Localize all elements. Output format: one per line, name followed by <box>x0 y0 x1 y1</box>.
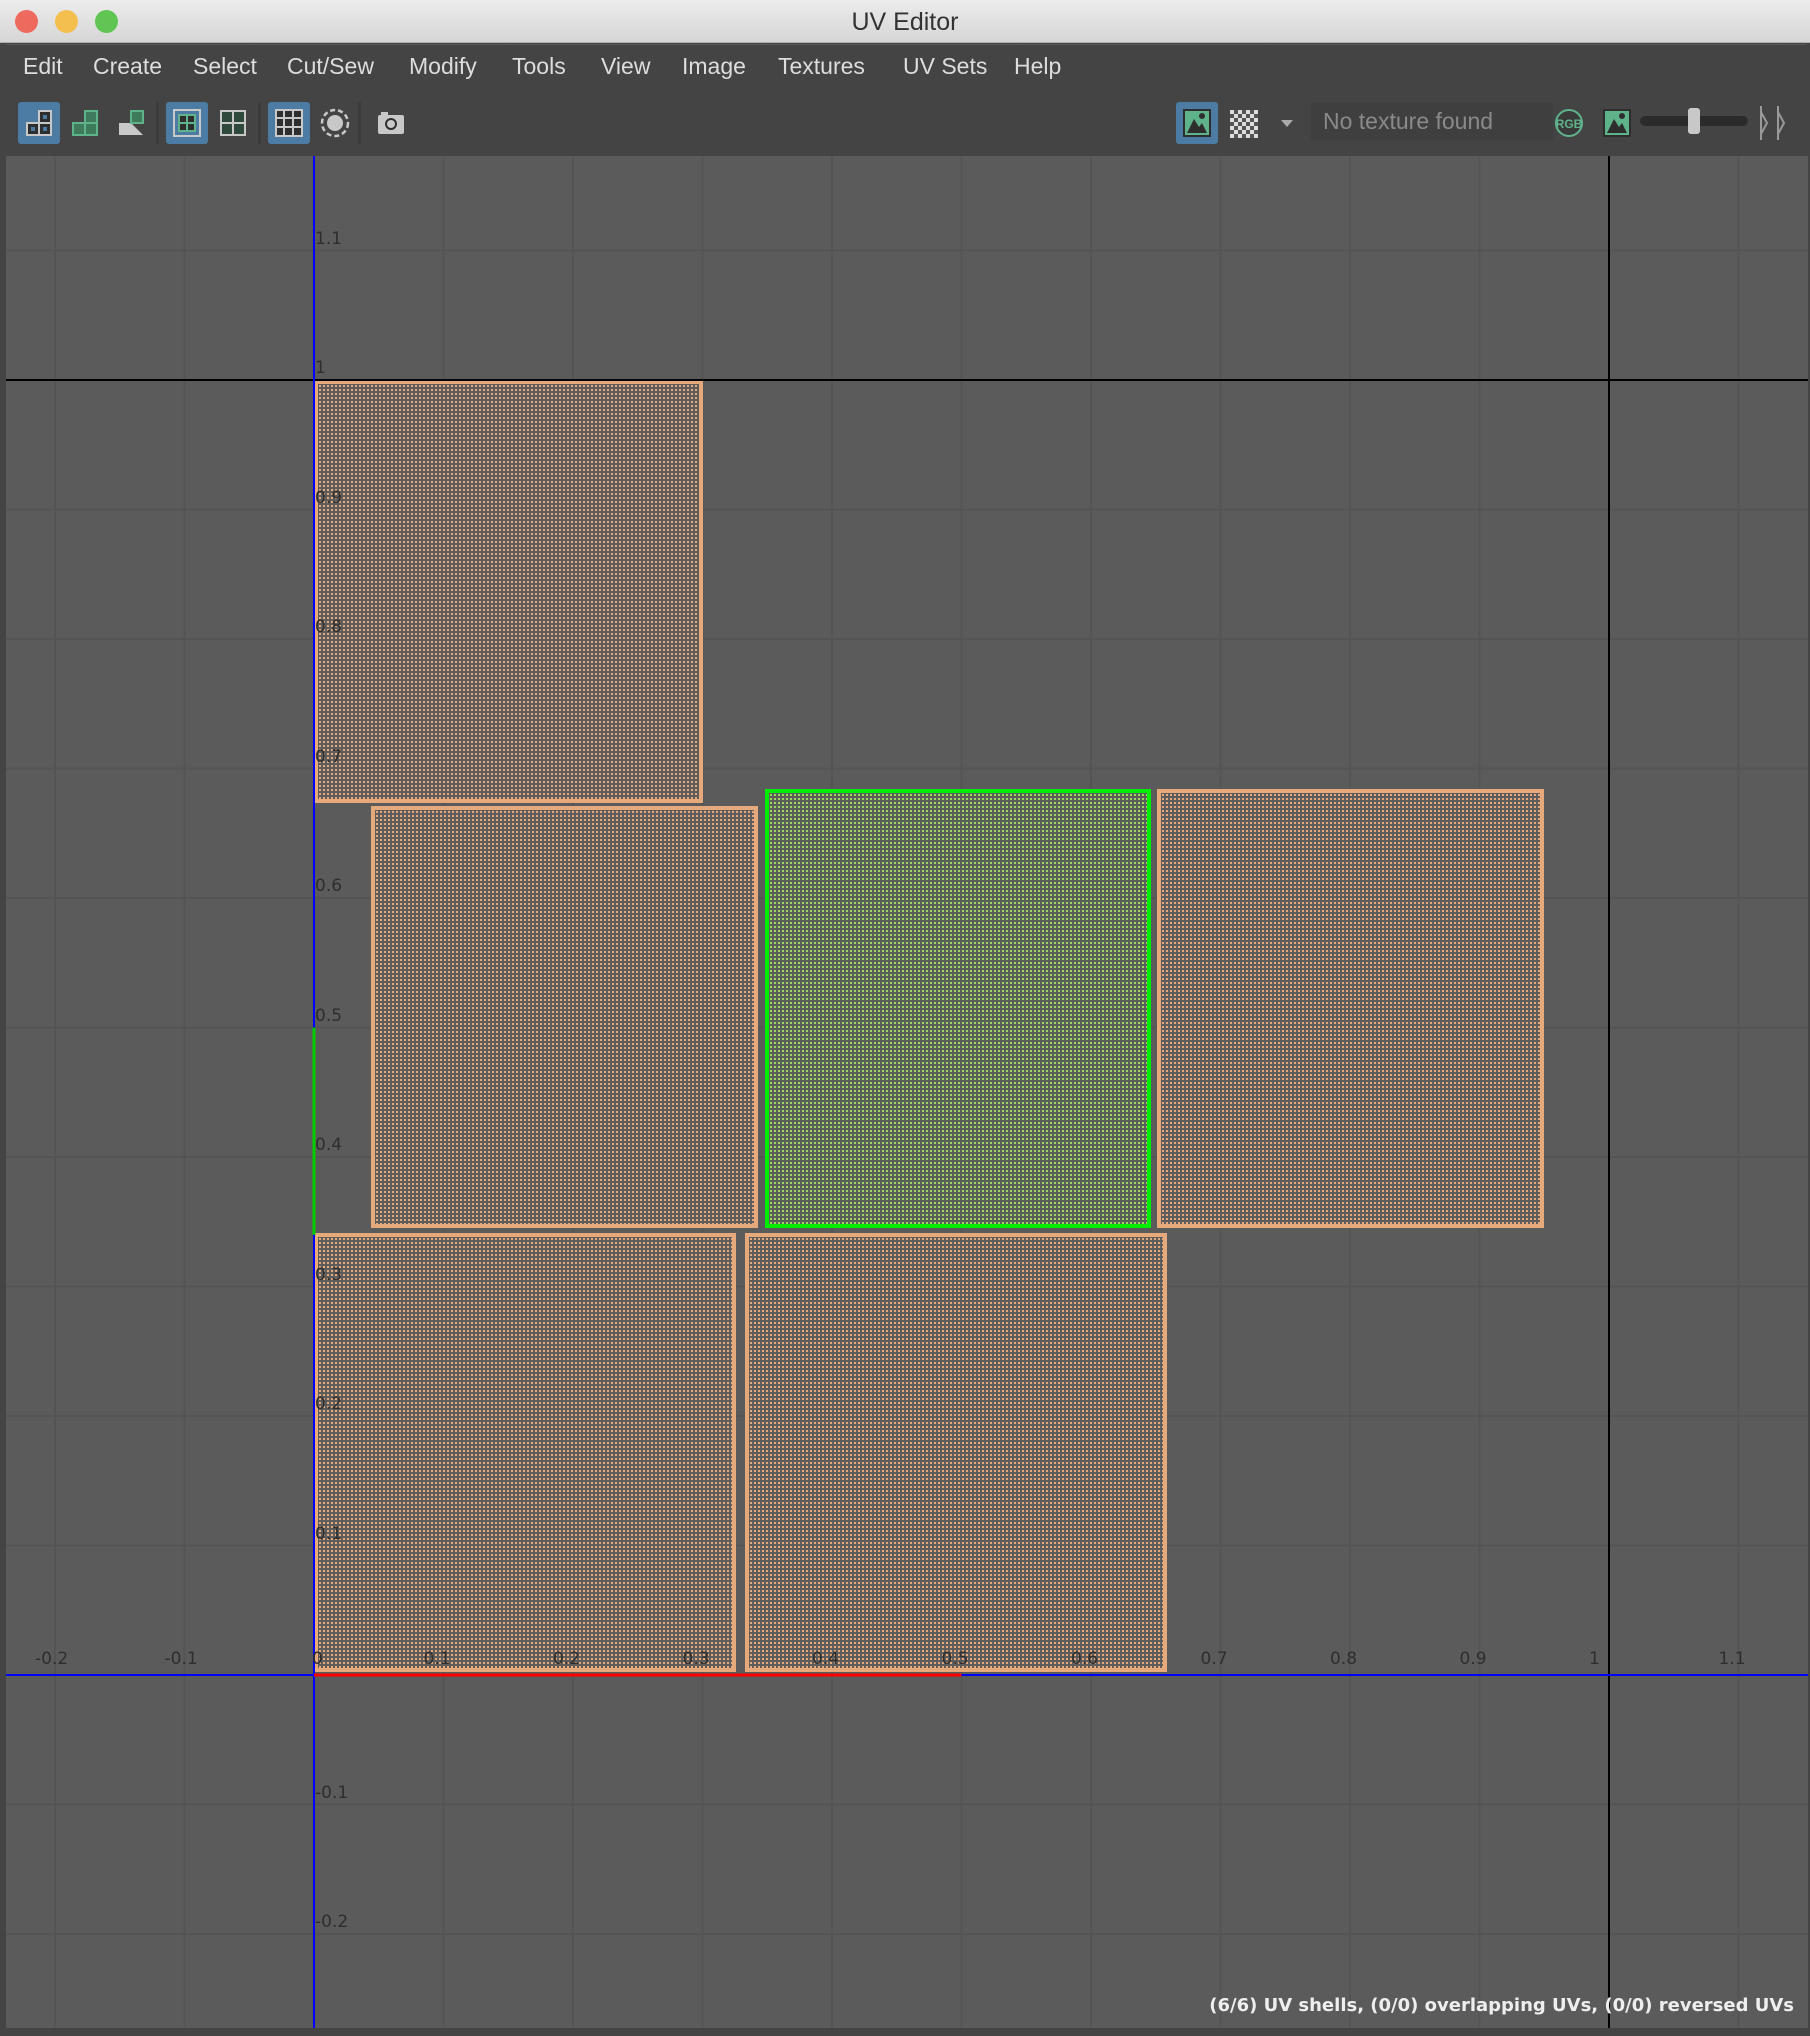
texture-dropdown-icon <box>1281 120 1293 127</box>
image-ratio-icon <box>1603 109 1631 137</box>
uv-shell[interactable] <box>1157 789 1545 1229</box>
soft-select-circle-icon <box>320 108 350 138</box>
window-title: UV Editor <box>851 8 959 36</box>
toolbar-expand-icon[interactable] <box>1758 102 1788 149</box>
uv-shell-partial-icon <box>119 110 144 135</box>
title-bar: UV Editor <box>0 0 1810 43</box>
menu-cut-sew[interactable]: Cut/Sew <box>287 53 374 80</box>
toolbar-divider <box>258 102 261 144</box>
uv-shell-selected[interactable] <box>764 789 1151 1229</box>
rgb-channel-button[interactable]: RGB <box>1548 102 1590 144</box>
image-ratio-button[interactable] <box>1596 102 1638 144</box>
u-tick-label: 0.4 <box>812 1649 840 1669</box>
menu-select[interactable]: Select <box>193 53 257 80</box>
wireframe-grid-button[interactable] <box>166 102 208 144</box>
checker-tiles-icon <box>1230 110 1258 138</box>
u-tick-label: 1 <box>1589 1649 1600 1669</box>
v-tick-label: 0.5 <box>315 1005 343 1026</box>
uv-viewport[interactable]: (6/6) UV shells, (0/0) overlapping UVs, … <box>6 156 1808 2028</box>
image-display-icon <box>1183 109 1211 137</box>
status-text: (6/6) UV shells, (0/0) overlapping UVs, … <box>1209 1995 1794 2016</box>
u-tick-label: 0.6 <box>1071 1649 1099 1669</box>
u-tick-label: 0.5 <box>941 1649 969 1669</box>
exposure-slider[interactable] <box>1640 108 1748 134</box>
texture-dropdown-button[interactable] <box>1266 102 1308 144</box>
menu-create[interactable]: Create <box>93 53 162 80</box>
u-tick-label: 0.2 <box>553 1649 581 1669</box>
uv-shell-layout-icon <box>26 110 52 136</box>
v-tick-label: 0.3 <box>315 1264 343 1285</box>
dense-grid-button[interactable] <box>268 102 310 144</box>
uv-shell-layout-button[interactable] <box>18 102 60 144</box>
u-tick-label: 0.9 <box>1459 1649 1487 1669</box>
checker-tiles-button[interactable] <box>1222 102 1264 144</box>
v-tick-label: 1 <box>315 358 326 378</box>
u-tick-label: -0.1 <box>164 1649 198 1669</box>
v-tick-label: -0.1 <box>315 1782 349 1803</box>
rgb-label: RGB <box>1556 117 1583 131</box>
u-tick-label: -0.2 <box>35 1649 69 1669</box>
slider-handle[interactable] <box>1688 108 1700 134</box>
menu-edit[interactable]: Edit <box>23 53 63 80</box>
menu-help[interactable]: Help <box>1014 53 1061 80</box>
menu-textures[interactable]: Textures <box>778 53 865 80</box>
wireframe-grid-icon <box>173 109 201 137</box>
u-tick-label: 0.8 <box>1330 1649 1358 1669</box>
v-tick-label: 0.6 <box>315 876 343 896</box>
u-tick-label: 0.7 <box>1200 1649 1228 1669</box>
camera-snapshot-icon <box>378 112 404 134</box>
camera-snapshot-button[interactable] <box>370 102 412 144</box>
menu-modify[interactable]: Modify <box>409 53 477 80</box>
toolbar-divider <box>156 102 159 144</box>
v-tick-label: -0.2 <box>315 1912 349 1932</box>
menu-bar: Edit Create Select Cut/Sew Modify Tools View Im… <box>6 44 1806 89</box>
uv-shell[interactable] <box>745 1233 1168 1673</box>
v-tick-label: 0.4 <box>315 1135 343 1155</box>
menu-uv-sets[interactable]: UV Sets <box>903 53 987 80</box>
v-tick-label: 0.7 <box>315 746 343 767</box>
u-tick-label: 0.1 <box>423 1649 451 1669</box>
uv-shell[interactable] <box>314 380 703 804</box>
u-tick-label: 0 <box>312 1649 323 1669</box>
soft-select-circle-button[interactable] <box>314 102 356 144</box>
uv-shell[interactable] <box>314 1233 737 1673</box>
toolbar-divider <box>358 102 361 144</box>
rgb-channel-icon: RGB <box>1555 109 1583 137</box>
menu-view[interactable]: View <box>601 53 650 80</box>
v-tick-label: 0.9 <box>315 487 343 508</box>
v-tick-label: 1.1 <box>315 228 343 249</box>
dense-grid-icon <box>275 109 303 137</box>
uv-shell-partial-button[interactable] <box>110 102 152 144</box>
uv-shell-green-icon <box>72 110 98 136</box>
menu-tools[interactable]: Tools <box>512 53 566 80</box>
uv-shell[interactable] <box>370 806 759 1229</box>
u-tick-label: 0.3 <box>682 1649 710 1669</box>
u-tick-label: 1.1 <box>1718 1649 1746 1669</box>
uv-shell-green-button[interactable] <box>64 102 106 144</box>
v-tick-label: 0.8 <box>315 617 343 637</box>
texture-selector[interactable]: No texture found <box>1311 102 1553 140</box>
image-display-button[interactable] <box>1176 102 1218 144</box>
v-tick-label: 0.2 <box>315 1394 343 1414</box>
menu-image[interactable]: Image <box>682 53 746 80</box>
v-tick-label: 0.1 <box>315 1523 343 1544</box>
uv-grid-icon <box>220 110 246 136</box>
uv-grid-button[interactable] <box>212 102 254 144</box>
toolbar: No texture found RGB <box>6 88 1806 156</box>
